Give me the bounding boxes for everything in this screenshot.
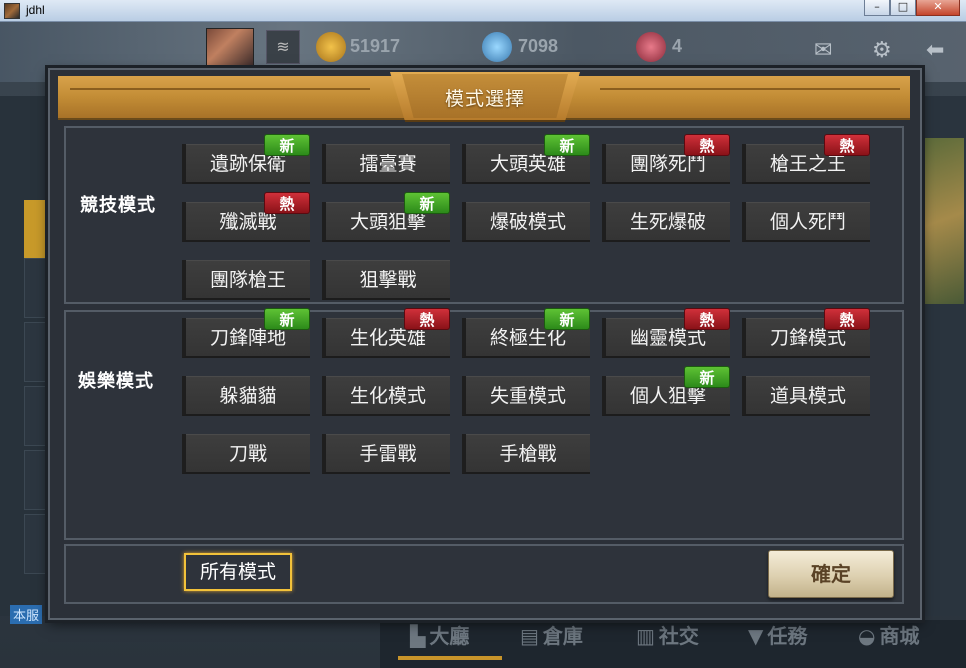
social-icon: ▥	[636, 624, 655, 648]
nav-shop[interactable]: ◒ 商城	[858, 620, 919, 649]
mode-button[interactable]: 道具模式	[742, 376, 870, 416]
lobby-icon: ▙	[410, 624, 426, 648]
gold-amount: 51917	[350, 36, 401, 56]
hot-badge: 熱	[824, 134, 870, 156]
mode-button[interactable]: 生化模式	[322, 376, 450, 416]
diamond-amount: 7098	[518, 36, 559, 56]
maximize-button[interactable]: □	[890, 0, 916, 16]
mode-button[interactable]: 個人死鬥	[742, 202, 870, 242]
nav-storage-label: 倉庫	[542, 624, 583, 648]
mode-button[interactable]: 手雷戰	[322, 434, 450, 474]
close-button[interactable]: ✕	[916, 0, 960, 16]
player-avatar[interactable]	[206, 28, 254, 68]
storage-icon: ▤	[520, 624, 539, 648]
gear-icon[interactable]: ⚙	[872, 38, 892, 63]
hot-badge: 熱	[684, 308, 730, 330]
app-icon	[4, 3, 20, 19]
diamond-icon	[482, 32, 512, 62]
map-preview	[916, 138, 964, 304]
ticket-amount: 4	[672, 36, 683, 56]
nav-lobby[interactable]: ▙ 大廳	[410, 620, 469, 649]
hot-badge: 熱	[684, 134, 730, 156]
gold-coin-icon	[316, 32, 346, 62]
rank-icon[interactable]: ≋	[266, 30, 300, 64]
minimize-button[interactable]: –	[864, 0, 890, 16]
header-deco-line	[600, 88, 900, 90]
mode-button[interactable]: 失重模式	[462, 376, 590, 416]
mode-button[interactable]: 手槍戰	[462, 434, 590, 474]
nav-storage[interactable]: ▤ 倉庫	[520, 620, 583, 649]
new-badge: 新	[264, 308, 310, 330]
new-badge: 新	[264, 134, 310, 156]
mode-button[interactable]: 爆破模式	[462, 202, 590, 242]
nav-active-indicator	[398, 656, 502, 660]
confirm-button[interactable]: 確定	[768, 550, 894, 598]
header-deco-line	[70, 88, 370, 90]
window-controls: – □ ✕	[864, 0, 960, 18]
mode-button[interactable]: 狙擊戰	[322, 260, 450, 300]
mail-icon[interactable]: ✉	[814, 38, 832, 63]
dialog-title: 模式選擇	[444, 88, 525, 110]
window-title: jdhl	[26, 3, 45, 17]
nav-shop-label: 商城	[879, 624, 920, 648]
nav-tasks-label: 任務	[767, 624, 808, 648]
hot-badge: 熱	[824, 308, 870, 330]
nav-tasks[interactable]: ▼ 任務	[748, 620, 807, 649]
new-badge: 新	[544, 134, 590, 156]
mode-button[interactable]: 生死爆破	[602, 202, 730, 242]
shop-icon: ◒	[858, 624, 876, 648]
section-label-entertainment: 娛樂模式	[78, 371, 154, 392]
nav-social-label: 社交	[658, 624, 699, 648]
section-label-competitive: 競技模式	[80, 195, 156, 216]
new-badge: 新	[404, 192, 450, 214]
new-badge: 新	[684, 366, 730, 388]
back-arrow-icon[interactable]: ⬅	[926, 38, 944, 63]
nav-social[interactable]: ▥ 社交	[636, 620, 699, 649]
tasks-icon: ▼	[748, 624, 764, 648]
new-badge: 新	[544, 308, 590, 330]
hot-badge: 熱	[404, 308, 450, 330]
server-tag: 本服	[10, 605, 43, 624]
mode-button[interactable]: 躲貓貓	[182, 376, 310, 416]
ticket-icon	[636, 32, 666, 62]
mode-button[interactable]: 擂臺賽	[322, 144, 450, 184]
nav-lobby-label: 大廳	[429, 624, 470, 648]
mode-button[interactable]: 團隊槍王	[182, 260, 310, 300]
mode-button[interactable]: 刀戰	[182, 434, 310, 474]
window-titlebar: jdhl – □ ✕	[0, 0, 966, 22]
hot-badge: 熱	[264, 192, 310, 214]
all-modes-button[interactable]: 所有模式	[184, 553, 292, 591]
